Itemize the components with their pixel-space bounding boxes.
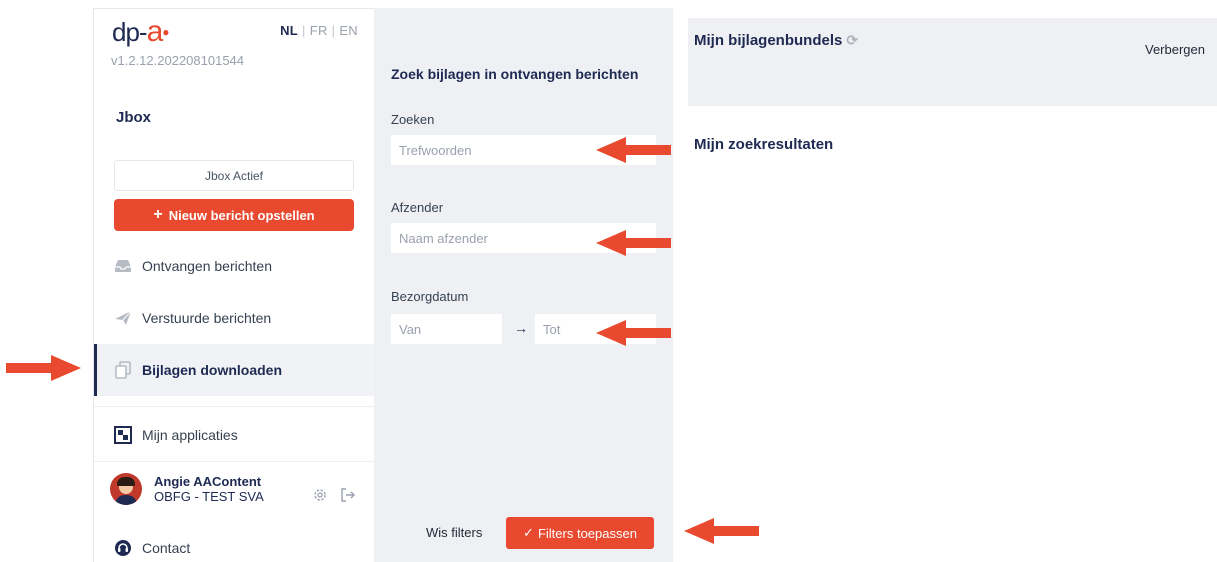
logout-icon[interactable] (340, 487, 356, 508)
sidebar-item-received[interactable]: Ontvangen berichten (94, 240, 375, 292)
sidebar: dp-a● v1.2.12.202208101544 NL | FR | EN Jbox… (93, 8, 375, 562)
user-org: OBFG - TEST SVA (154, 489, 264, 504)
plus-icon: + (153, 206, 163, 223)
lang-separator: | (302, 23, 306, 38)
delivery-date-label: Bezorgdatum (391, 289, 469, 304)
apply-filters-label: Filters toepassen (537, 525, 637, 541)
version-label: v1.2.12.202208101544 (111, 53, 245, 68)
headset-icon (114, 539, 132, 557)
annotation-arrow-icon (596, 137, 671, 163)
logo-dot: ● (162, 25, 169, 39)
user-profile: Angie AAContent OBFG - TEST SVA (110, 473, 264, 505)
sender-label: Afzender (391, 200, 444, 215)
sidebar-item-label: Verstuurde berichten (142, 310, 272, 326)
check-icon: ✓ (523, 525, 534, 540)
lang-separator: | (331, 23, 336, 38)
bundles-title: Mijn bijlagenbundels ⟳ (694, 32, 858, 49)
sidebar-item-label: Bijlagen downloaden (142, 362, 283, 378)
lang-en[interactable]: EN (339, 23, 358, 38)
apps-grid-icon (114, 426, 132, 444)
avatar (110, 473, 142, 505)
arrow-right-icon: → (514, 320, 528, 336)
search-label: Zoeken (391, 112, 435, 127)
annotation-arrow-icon (596, 230, 671, 256)
bundles-title-text: Mijn bijlagenbundels (694, 32, 843, 49)
sidebar-item-attachments[interactable]: Bijlagen downloaden (94, 344, 375, 396)
new-message-button-label: Nieuw bericht opstellen (168, 207, 315, 223)
language-switcher: NL | FR | EN (280, 23, 358, 38)
paper-plane-icon (114, 309, 132, 327)
apply-filters-button[interactable]: ✓ Filters toepassen (506, 517, 654, 549)
filters-panel: Zoek bijlagen in ontvangen berichten Zoe… (374, 8, 673, 562)
copy-documents-icon (114, 361, 132, 379)
annotation-arrow-icon (684, 518, 759, 544)
annotation-arrow-icon (6, 355, 81, 381)
hide-bundles-link[interactable]: Verbergen (1145, 42, 1205, 57)
sidebar-item-label: Ontvangen berichten (142, 258, 272, 274)
new-message-button[interactable]: + Nieuw bericht opstellen (114, 199, 354, 231)
divider (94, 461, 375, 462)
attachment-bundles-panel: Mijn bijlagenbundels ⟳ Verbergen (688, 18, 1217, 106)
search-results-title: Mijn zoekresultaten (694, 136, 834, 153)
logo-prefix: dp- (112, 17, 148, 47)
app-title: Jbox (116, 109, 152, 126)
divider (94, 406, 375, 407)
annotation-arrow-icon (596, 320, 671, 346)
clear-filters-button[interactable]: Wis filters (426, 525, 482, 540)
date-from-input[interactable]: Van (391, 314, 502, 344)
logo[interactable]: dp-a● (112, 17, 170, 47)
contact-link[interactable]: Contact (114, 539, 190, 557)
gear-icon[interactable] (312, 487, 328, 508)
status-badge: Jbox Actief (114, 160, 354, 191)
user-name: Angie AAContent (154, 474, 262, 489)
lang-fr[interactable]: FR (310, 23, 328, 38)
user-actions (312, 487, 356, 508)
sidebar-item-sent[interactable]: Verstuurde berichten (94, 292, 375, 344)
contact-label: Contact (142, 540, 191, 556)
lang-nl[interactable]: NL (280, 23, 298, 38)
logo-letter: a (146, 15, 164, 48)
inbox-icon (114, 257, 132, 275)
page: dp-a● v1.2.12.202208101544 NL | FR | EN Jbox… (0, 0, 1217, 562)
refresh-icon[interactable]: ⟳ (846, 32, 858, 49)
filters-title: Zoek bijlagen in ontvangen berichten (391, 66, 639, 82)
sidebar-item-label: Mijn applicaties (142, 427, 238, 443)
sidebar-item-applications[interactable]: Mijn applicaties (94, 409, 375, 461)
